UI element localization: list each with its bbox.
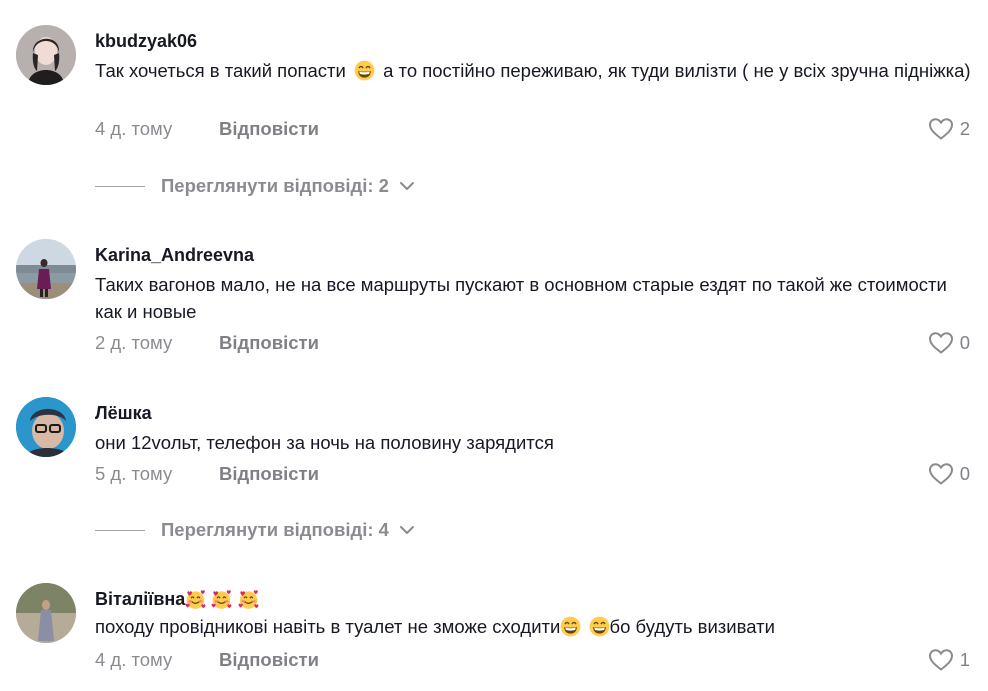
comment-username[interactable]: kbudzyak06 — [95, 29, 968, 53]
like-count: 0 — [959, 332, 970, 353]
view-replies-button[interactable]: Переглянути відповіді: 2 — [95, 175, 415, 197]
smiling-face-with-hearts-emoji-icon — [185, 589, 206, 610]
chevron-down-icon — [399, 182, 414, 190]
comment-text: Таких вагонов мало, не на все маршруты п… — [95, 274, 947, 322]
comment-text-part: Так хочеться в такий попасти — [95, 60, 346, 81]
comment-time: 4 д. тому — [95, 118, 173, 139]
smiling-face-with-hearts-emoji-icon — [238, 589, 259, 610]
heart-outline-icon — [928, 117, 954, 141]
grinning-face-emoji-icon — [560, 616, 581, 637]
like-button[interactable]: 0 — [928, 462, 970, 486]
comment-username[interactable]: Лёшка — [95, 401, 968, 425]
comment-text: они 12vольт, телефон за ночь на половину… — [95, 432, 554, 453]
smiling-face-with-hearts-emoji-icon — [211, 589, 232, 610]
grinning-face-emoji-icon — [589, 616, 610, 637]
avatar[interactable] — [16, 25, 76, 85]
avatar[interactable] — [16, 397, 76, 457]
comment-username[interactable]: Karina_Andreevna — [95, 243, 968, 267]
comment-meta: 5 д. тому Відповісти — [95, 462, 319, 486]
like-button[interactable]: 1 — [928, 648, 970, 672]
divider — [95, 185, 145, 187]
comment-text-part: походу провідникові навіть в туалет не з… — [95, 616, 561, 637]
grinning-face-emoji-icon — [354, 60, 375, 81]
comment-text-part: бо будуть визивати — [609, 616, 775, 637]
comment-meta: 4 д. тому Відповісти — [95, 117, 319, 141]
reply-button[interactable]: Відповісти — [219, 462, 319, 486]
view-replies-button[interactable]: Переглянути відповіді: 4 — [95, 519, 415, 541]
heart-outline-icon — [928, 462, 954, 486]
comment-text: Так хочеться в такий попасти а то постій… — [95, 57, 975, 84]
divider — [95, 529, 145, 531]
like-count: 1 — [959, 649, 970, 670]
heart-outline-icon — [928, 648, 954, 672]
username-text: Віталіївна — [95, 589, 186, 609]
view-replies-label: Переглянути відповіді: 4 — [161, 519, 389, 540]
heart-outline-icon — [928, 331, 954, 355]
like-count: 2 — [959, 118, 970, 139]
like-button[interactable]: 0 — [928, 331, 970, 355]
reply-button[interactable]: Відповісти — [219, 117, 319, 141]
comment-text: походу провідникові навіть в туалет не з… — [95, 613, 975, 640]
reply-button[interactable]: Відповісти — [219, 331, 319, 355]
like-button[interactable]: 2 — [928, 117, 970, 141]
comment-meta: 2 д. тому Відповісти — [95, 331, 319, 355]
like-count: 0 — [959, 463, 970, 484]
comment-username[interactable]: Віталіївна — [95, 587, 968, 611]
avatar[interactable] — [16, 583, 76, 643]
chevron-down-icon — [399, 526, 414, 534]
comment-text-part: а то постійно переживаю, як туди вилізти… — [383, 60, 971, 81]
avatar[interactable] — [16, 239, 76, 299]
comment-time: 5 д. тому — [95, 463, 173, 484]
view-replies-label: Переглянути відповіді: 2 — [161, 175, 389, 196]
comment-meta: 4 д. тому Відповісти — [95, 648, 319, 672]
comment-time: 2 д. тому — [95, 332, 173, 353]
reply-button[interactable]: Відповісти — [219, 648, 319, 672]
comment-time: 4 д. тому — [95, 649, 173, 670]
